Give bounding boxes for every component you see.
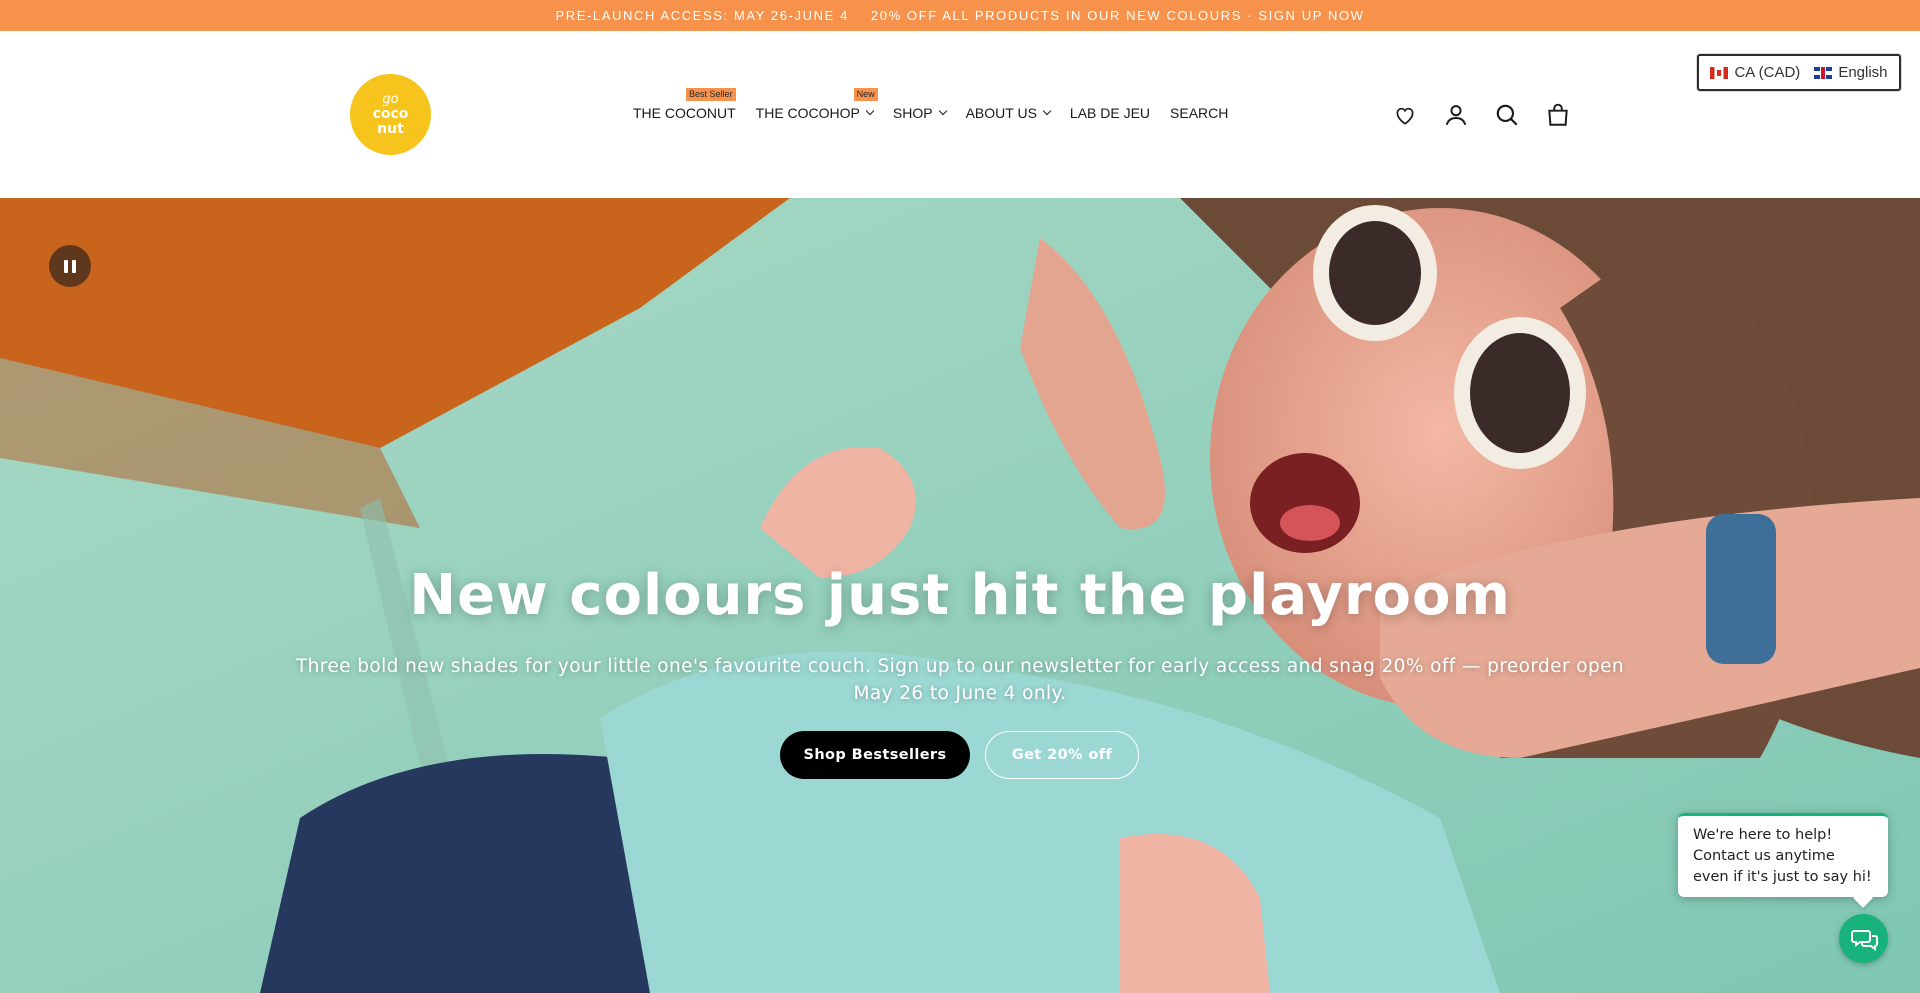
announcement-text-1: PRE-LAUNCH ACCESS: MAY 26-JUNE 4 — [555, 8, 849, 23]
site-header: go coco nut Best Seller THE COCONUT New … — [0, 31, 1920, 198]
chevron-down-icon — [938, 106, 947, 116]
search-icon — [1496, 104, 1518, 126]
cart-button[interactable] — [1544, 101, 1572, 129]
hero-banner: New colours just hit the playroom Three … — [0, 198, 1920, 993]
best-seller-badge: Best Seller — [686, 88, 736, 101]
shop-bestsellers-button[interactable]: Shop Bestsellers — [780, 731, 970, 779]
logo-text-go: go — [382, 92, 399, 107]
wishlist-button[interactable] — [1391, 101, 1419, 129]
nav-label: THE COCONUT — [633, 105, 736, 121]
currency-label: CA (CAD) — [1734, 64, 1801, 81]
nav-label: SEARCH — [1170, 105, 1229, 121]
language-label: English — [1838, 64, 1888, 81]
main-nav: Best Seller THE COCONUT New THE COCOHOP … — [633, 88, 1248, 121]
chevron-down-icon — [865, 106, 875, 116]
pause-bar-icon — [64, 259, 68, 273]
logo-text-coco: coco — [372, 106, 409, 122]
nav-label: ABOUT US — [965, 105, 1037, 121]
header-icons — [1391, 101, 1595, 129]
get-discount-button[interactable]: Get 20% off — [985, 731, 1139, 779]
announcement-text-2[interactable]: 20% OFF ALL PRODUCTS IN OUR NEW COLOURS … — [871, 8, 1365, 23]
locale-selector[interactable]: CA (CAD) English — [1697, 54, 1901, 91]
account-button[interactable] — [1442, 101, 1470, 129]
site-logo[interactable]: go coco nut — [350, 74, 431, 155]
account-icon — [1445, 105, 1467, 126]
nav-label: THE COCOHOP — [755, 105, 860, 121]
search-button[interactable] — [1493, 101, 1521, 129]
hero-title: New colours just hit the playroom — [409, 563, 1511, 628]
uk-flag-icon — [1814, 66, 1833, 79]
new-badge: New — [853, 88, 878, 101]
pause-bar-icon — [72, 259, 76, 273]
nav-item-lab-de-jeu[interactable]: LAB DE JEU — [1070, 105, 1150, 121]
chat-greeting-bubble[interactable]: We're here to help! Contact us anytime e… — [1678, 813, 1888, 897]
heart-icon — [1396, 107, 1414, 125]
nav-item-the-cocohop[interactable]: New THE COCOHOP — [755, 88, 878, 121]
chat-launcher-button[interactable] — [1839, 914, 1888, 963]
announcement-bar[interactable]: PRE-LAUNCH ACCESS: MAY 26-JUNE 4 20% OFF… — [0, 0, 1920, 31]
chat-greeting-text: We're here to help! Contact us anytime e… — [1693, 827, 1872, 885]
logo-text-nut: nut — [377, 121, 404, 137]
nav-label: LAB DE JEU — [1069, 105, 1151, 121]
cart-icon — [1548, 103, 1568, 126]
nav-item-shop[interactable]: SHOP — [892, 105, 947, 121]
chat-icon — [1850, 929, 1878, 951]
canada-flag-icon — [1710, 66, 1729, 79]
chevron-down-icon — [1042, 106, 1052, 116]
nav-item-about-us[interactable]: ABOUT US — [965, 105, 1052, 121]
nav-item-the-coconut[interactable]: Best Seller THE COCONUT — [633, 88, 736, 121]
pause-button[interactable] — [49, 245, 91, 287]
hero-buttons: Shop Bestsellers Get 20% off — [780, 731, 1139, 779]
hero-subtitle: Three bold new shades for your little on… — [295, 656, 1625, 704]
nav-label: SHOP — [892, 105, 933, 121]
nav-item-search[interactable]: SEARCH — [1170, 105, 1228, 121]
